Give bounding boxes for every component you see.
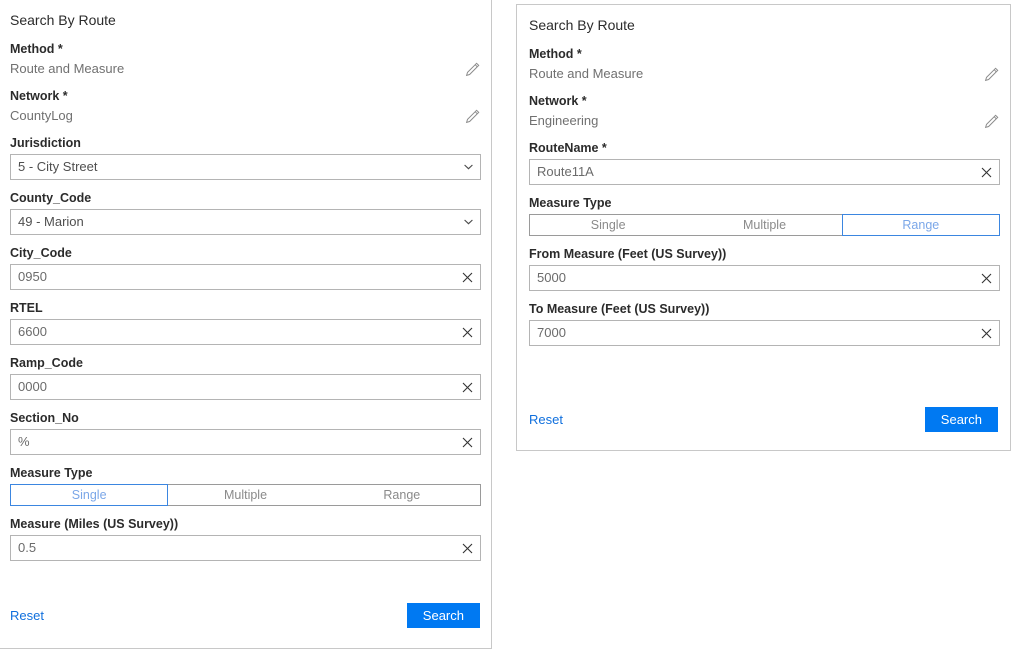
- field-label-jurisdiction: Jurisdiction: [10, 136, 481, 150]
- measure-type-option-single[interactable]: Single: [10, 484, 168, 506]
- measure-type-option-range[interactable]: Range: [842, 214, 1000, 236]
- network-value: Engineering: [529, 112, 598, 130]
- field-label-to-measure: To Measure (Feet (US Survey)): [529, 302, 1000, 316]
- chevron-down-icon: [464, 210, 473, 234]
- field-label-measure-type: Measure Type: [10, 466, 481, 480]
- field-network: Network * Engineering: [529, 94, 1000, 130]
- field-city-code: City_Code 0950: [10, 246, 481, 290]
- to-measure-value: 7000: [530, 321, 999, 345]
- panel-footer: Reset Search: [10, 603, 480, 628]
- section-no-input[interactable]: %: [10, 429, 481, 455]
- measure-type-option-single[interactable]: Single: [529, 214, 687, 236]
- county-code-value: 49 - Marion: [11, 210, 480, 234]
- field-measure-type: Measure Type Single Multiple Range: [10, 466, 481, 506]
- to-measure-input[interactable]: 7000: [529, 320, 1000, 346]
- field-label-route-name: RouteName *: [529, 141, 1000, 155]
- field-ramp-code: Ramp_Code 0000: [10, 356, 481, 400]
- field-method: Method * Route and Measure: [10, 42, 481, 78]
- measure-type-option-range[interactable]: Range: [323, 484, 481, 506]
- close-icon[interactable]: [973, 266, 999, 290]
- network-value-row: Engineering: [529, 112, 1000, 130]
- route-name-input[interactable]: Route11A: [529, 159, 1000, 185]
- county-code-select[interactable]: 49 - Marion: [10, 209, 481, 235]
- pencil-icon[interactable]: [983, 66, 1000, 83]
- close-icon[interactable]: [973, 160, 999, 184]
- close-icon[interactable]: [454, 320, 480, 344]
- method-value: Route and Measure: [529, 65, 643, 83]
- field-label-rtel: RTEL: [10, 301, 481, 315]
- measure-type-segmented-control: Single Multiple Range: [529, 214, 1000, 236]
- field-label-method: Method *: [529, 47, 1000, 61]
- field-label-county-code: County_Code: [10, 191, 481, 205]
- search-by-route-panel-right: Search By Route Method * Route and Measu…: [516, 4, 1011, 451]
- reset-button[interactable]: Reset: [529, 412, 563, 428]
- field-jurisdiction: Jurisdiction 5 - City Street: [10, 136, 481, 180]
- field-label-method: Method *: [10, 42, 481, 56]
- route-name-value: Route11A: [530, 160, 999, 184]
- close-icon[interactable]: [454, 375, 480, 399]
- field-label-network: Network *: [529, 94, 1000, 108]
- search-by-route-panel-left: Search By Route Method * Route and Measu…: [0, 0, 492, 649]
- field-measure-type: Measure Type Single Multiple Range: [529, 196, 1000, 236]
- measure-type-option-multiple[interactable]: Multiple: [685, 214, 843, 236]
- method-value-row: Route and Measure: [529, 65, 1000, 83]
- method-value-row: Route and Measure: [10, 60, 481, 78]
- field-county-code: County_Code 49 - Marion: [10, 191, 481, 235]
- search-button[interactable]: Search: [407, 603, 480, 628]
- pencil-icon[interactable]: [464, 61, 481, 78]
- panel-title: Search By Route: [529, 17, 1000, 33]
- close-icon[interactable]: [454, 536, 480, 560]
- close-icon[interactable]: [973, 321, 999, 345]
- close-icon[interactable]: [454, 265, 480, 289]
- field-measure: Measure (Miles (US Survey)) 0.5: [10, 517, 481, 561]
- from-measure-input[interactable]: 5000: [529, 265, 1000, 291]
- close-icon[interactable]: [454, 430, 480, 454]
- search-button[interactable]: Search: [925, 407, 998, 432]
- field-label-from-measure: From Measure (Feet (US Survey)): [529, 247, 1000, 261]
- field-method: Method * Route and Measure: [529, 47, 1000, 83]
- measure-input[interactable]: 0.5: [10, 535, 481, 561]
- network-value-row: CountyLog: [10, 107, 481, 125]
- pencil-icon[interactable]: [983, 113, 1000, 130]
- panel-footer: Reset Search: [529, 407, 998, 432]
- field-label-network: Network *: [10, 89, 481, 103]
- field-label-ramp-code: Ramp_Code: [10, 356, 481, 370]
- measure-type-segmented-control: Single Multiple Range: [10, 484, 481, 506]
- pencil-icon[interactable]: [464, 108, 481, 125]
- from-measure-value: 5000: [530, 266, 999, 290]
- rtel-input[interactable]: 6600: [10, 319, 481, 345]
- measure-type-option-multiple[interactable]: Multiple: [166, 484, 324, 506]
- ramp-code-value: 0000: [11, 375, 480, 399]
- jurisdiction-select[interactable]: 5 - City Street: [10, 154, 481, 180]
- measure-value: 0.5: [11, 536, 480, 560]
- field-label-measure: Measure (Miles (US Survey)): [10, 517, 481, 531]
- city-code-input[interactable]: 0950: [10, 264, 481, 290]
- field-label-measure-type: Measure Type: [529, 196, 1000, 210]
- field-label-city-code: City_Code: [10, 246, 481, 260]
- field-network: Network * CountyLog: [10, 89, 481, 125]
- reset-button[interactable]: Reset: [10, 608, 44, 624]
- field-label-section-no: Section_No: [10, 411, 481, 425]
- network-value: CountyLog: [10, 107, 73, 125]
- jurisdiction-value: 5 - City Street: [11, 155, 480, 179]
- method-value: Route and Measure: [10, 60, 124, 78]
- rtel-value: 6600: [11, 320, 480, 344]
- ramp-code-input[interactable]: 0000: [10, 374, 481, 400]
- field-to-measure: To Measure (Feet (US Survey)) 7000: [529, 302, 1000, 346]
- field-route-name: RouteName * Route11A: [529, 141, 1000, 185]
- field-rtel: RTEL 6600: [10, 301, 481, 345]
- field-from-measure: From Measure (Feet (US Survey)) 5000: [529, 247, 1000, 291]
- chevron-down-icon: [464, 155, 473, 179]
- panel-title: Search By Route: [10, 12, 481, 28]
- field-section-no: Section_No %: [10, 411, 481, 455]
- section-no-value: %: [11, 430, 480, 454]
- city-code-value: 0950: [11, 265, 480, 289]
